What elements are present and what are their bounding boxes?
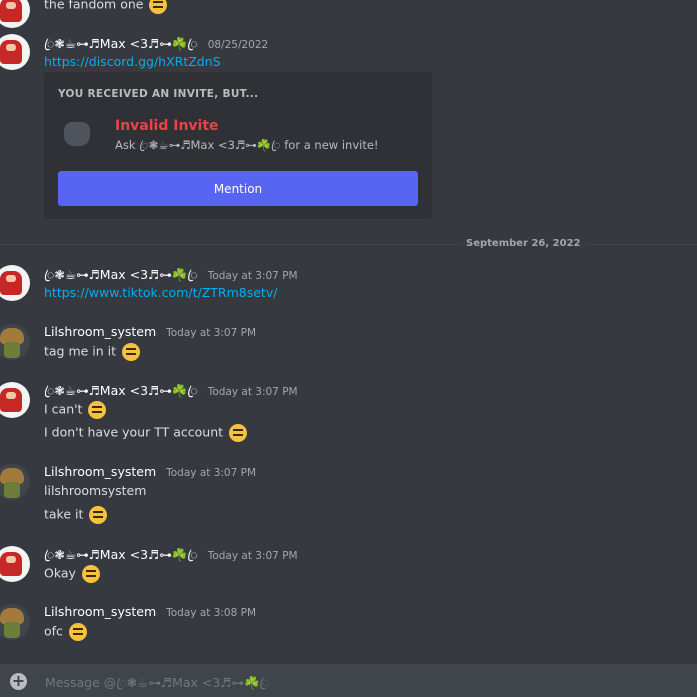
timestamp: 08/25/2022 [207,39,269,51]
embed-ask-prefix: Ask [115,138,136,152]
message-text: I don't have your TT account [44,424,248,442]
author-name[interactable]: ꦿ❃☕︎⊶♬Max <3♬⊶☘️ꦿ [44,383,198,398]
date-divider [0,244,697,245]
message-text: take it [44,506,108,524]
message-text-content: I can't [44,401,83,417]
embed-description: Ask ꦿ❃☕︎⊶♬Max <3♬⊶☘️ꦿ for a new invite! [115,136,379,160]
message-link[interactable]: https://www.tiktok.com/t/ZTRm8setv/ [44,285,277,300]
author-name[interactable]: Lilshroom_system [44,604,156,619]
emoji-icon [68,623,87,641]
message-text: the fandom one [44,0,168,14]
message-text-content: tag me in it [44,343,117,359]
message-text-content: Okay [44,565,76,581]
message-text-content: ofc [44,623,63,639]
emoji-icon [122,343,141,361]
emoji-icon [88,401,107,419]
date-divider-label: September 26, 2022 [460,238,587,249]
avatar[interactable] [0,546,30,582]
mention-button[interactable]: Mention [58,171,418,206]
avatar[interactable] [0,265,30,301]
avatar[interactable] [0,34,30,70]
message-input[interactable] [43,671,667,693]
avatar[interactable] [0,464,30,500]
message-text: Okay [44,565,100,583]
timestamp: Today at 3:07 PM [166,467,257,479]
emoji-icon [149,0,168,14]
timestamp: Today at 3:07 PM [207,550,298,562]
embed-ask-suffix: for a new invite! [284,138,379,152]
invalid-invite-label: Invalid Invite [115,118,219,134]
message-header: Lilshroom_system Today at 3:07 PM [44,324,256,339]
message-text-content: the fandom one [44,0,144,12]
author-name[interactable]: ꦿ❃☕︎⊶♬Max <3♬⊶☘️ꦿ [44,36,198,51]
message-link[interactable]: https://discord.gg/hXRtZdnS [44,54,221,69]
invite-embed: YOU RECEIVED AN INVITE, BUT... Invalid I… [44,72,432,219]
message-text: I can't [44,401,107,419]
message-composer: + [0,664,697,697]
timestamp: Today at 3:07 PM [166,327,257,339]
timestamp: Today at 3:07 PM [207,386,298,398]
message-text: tag me in it [44,343,141,361]
avatar[interactable] [0,0,30,28]
embed-ask-name: ꦿ❃☕︎⊶♬Max <3♬⊶☘️ꦿ [139,138,281,152]
message-text-content: I don't have your TT account [44,424,224,440]
message-text: ofc [44,623,87,641]
author-name[interactable]: Lilshroom_system [44,464,156,479]
timestamp: Today at 3:07 PM [207,270,298,282]
avatar[interactable] [0,382,30,418]
invalid-invite-icon [64,122,90,146]
avatar[interactable] [0,324,30,360]
emoji-icon [89,506,108,524]
timestamp: Today at 3:08 PM [166,607,257,619]
message-header: Lilshroom_system Today at 3:08 PM [44,604,256,619]
message-header: Lilshroom_system Today at 3:07 PM [44,464,256,479]
author-name[interactable]: ꦿ❃☕︎⊶♬Max <3♬⊶☘️ꦿ [44,547,198,562]
author-name[interactable]: ꦿ❃☕︎⊶♬Max <3♬⊶☘️ꦿ [44,267,198,282]
emoji-icon [229,424,248,442]
embed-title: YOU RECEIVED AN INVITE, BUT... [58,88,259,100]
author-name[interactable]: Lilshroom_system [44,324,156,339]
avatar[interactable] [0,604,30,640]
add-attachment-icon[interactable]: + [10,673,27,690]
emoji-icon [81,565,100,583]
message-text: lilshroomsystem [44,483,147,498]
message-text-content: take it [44,506,84,522]
